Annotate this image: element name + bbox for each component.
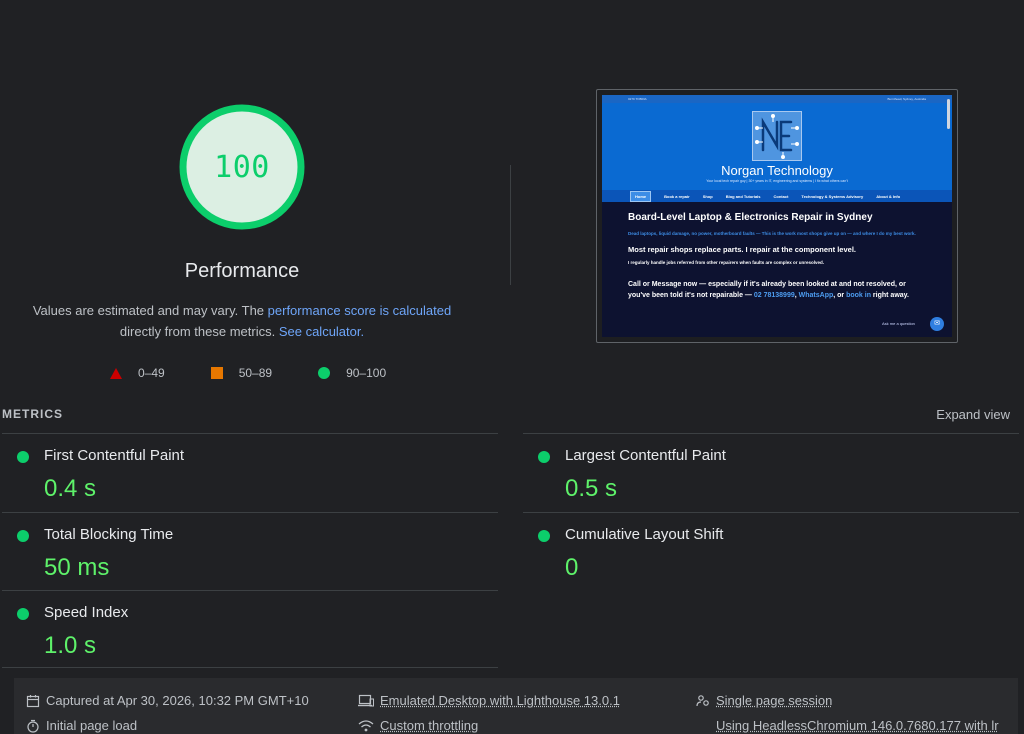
runtime-settings: Captured at Apr 30, 2026, 10:32 PM GMT+1… bbox=[14, 678, 1018, 734]
metric-name: Cumulative Layout Shift bbox=[565, 526, 724, 543]
triangle-icon bbox=[110, 367, 122, 379]
performance-score: 100 bbox=[214, 149, 270, 185]
desktop-icon bbox=[358, 694, 374, 706]
metric-speed-index: Speed Index 1.0 s bbox=[2, 590, 498, 668]
metric-value: 0 bbox=[565, 554, 579, 581]
description-text-2: directly from these metrics. bbox=[119, 324, 279, 339]
description-text-1: Values are estimated and may vary. The bbox=[32, 303, 268, 318]
cta-phone: 02 78138999 bbox=[753, 292, 795, 299]
captured-at: Captured at Apr 30, 2026, 10:32 PM GMT+1… bbox=[26, 693, 309, 708]
expand-view-button[interactable]: Expand view bbox=[936, 407, 1010, 422]
calendar-icon bbox=[26, 694, 40, 707]
site-nav-item: About & Info bbox=[876, 193, 901, 199]
cta-text: right away. bbox=[870, 292, 909, 299]
cta-text: , or bbox=[833, 292, 847, 299]
metrics-heading: METRICS bbox=[2, 407, 63, 421]
metric-name: Total Blocking Time bbox=[44, 526, 174, 543]
circle-icon bbox=[318, 367, 331, 379]
site-scrollbar bbox=[947, 99, 950, 129]
legend-pass: 90–100 bbox=[318, 366, 386, 380]
site-cta: Call or Message now — especially if it's… bbox=[628, 279, 926, 301]
square-icon bbox=[210, 367, 223, 379]
metric-value: 50 ms bbox=[44, 554, 110, 581]
cta-whatsapp: WhatsApp bbox=[798, 292, 834, 299]
screenshot-page: 0279 TOBRIA Burnthead, Sydney, Australia bbox=[602, 95, 952, 337]
stopwatch-icon bbox=[27, 719, 39, 733]
page-load: Initial page load bbox=[26, 718, 137, 733]
metric-name: Speed Index bbox=[44, 604, 129, 621]
final-screenshot[interactable]: 0279 TOBRIA Burnthead, Sydney, Australia bbox=[596, 89, 958, 343]
site-blue-text: Dead laptops, liquid damage, no power, m… bbox=[628, 231, 916, 236]
metric-value: 0.5 s bbox=[565, 475, 618, 502]
site-nav-item: Blog and Tutorials bbox=[725, 193, 761, 199]
legend-average: 50–89 bbox=[210, 366, 273, 380]
metric-total-blocking-time: Total Blocking Time 50 ms bbox=[2, 512, 498, 590]
captured-at-text: Captured at Apr 30, 2026, 10:32 PM GMT+1… bbox=[46, 693, 309, 708]
performance-score-link[interactable]: performance score is calculated bbox=[268, 303, 452, 318]
site-nav-item: Book a repair bbox=[664, 193, 690, 199]
site-nav-item: Contact bbox=[773, 193, 789, 199]
page-load-text: Initial page load bbox=[46, 718, 138, 733]
cta-book: book in bbox=[846, 292, 871, 299]
pass-circle-icon bbox=[17, 530, 29, 542]
site-nav-item: Home bbox=[630, 190, 652, 202]
session-type[interactable]: Single page session bbox=[696, 693, 832, 708]
session-type-text: Single page session bbox=[716, 693, 833, 708]
legend-fail-label: 0–49 bbox=[138, 366, 165, 380]
metric-value: 1.0 s bbox=[44, 632, 97, 659]
site-body: Board-Level Laptop & Electronics Repair … bbox=[602, 202, 952, 301]
throttling[interactable]: Custom throttling bbox=[358, 718, 478, 733]
metric-first-contentful-paint: First Contentful Paint 0.4 s bbox=[2, 433, 498, 511]
site-nav-item: Technology & Systems Advisory bbox=[801, 193, 864, 199]
pass-circle-icon bbox=[538, 451, 550, 463]
site-nav-item: Shop bbox=[702, 193, 713, 199]
metric-name: Largest Contentful Paint bbox=[565, 447, 726, 464]
vertical-divider bbox=[510, 165, 511, 285]
pass-circle-icon bbox=[17, 608, 29, 620]
legend-pass-label: 90–100 bbox=[346, 366, 387, 380]
browser-info: Using HeadlessChromium 146.0.7680.177 wi… bbox=[716, 718, 1016, 733]
emulated-device-text: Emulated Desktop with Lighthouse 13.0.1 bbox=[380, 693, 620, 708]
site-nav: Home Book a repair Shop Blog and Tutoria… bbox=[602, 190, 952, 202]
legend-fail: 0–49 bbox=[110, 366, 165, 380]
site-ask: Ask me a question bbox=[882, 321, 915, 326]
metric-name: First Contentful Paint bbox=[44, 447, 185, 464]
legend-average-label: 50–89 bbox=[238, 366, 273, 380]
gauge-title: Performance bbox=[184, 260, 300, 282]
emulated-device[interactable]: Emulated Desktop with Lighthouse 13.0.1 bbox=[358, 693, 620, 708]
site-name: Norgan Technology bbox=[721, 163, 833, 178]
site-subheading: Most repair shops replace parts. I repai… bbox=[628, 245, 856, 254]
people-icon bbox=[696, 694, 709, 706]
chat-icon: ✉ bbox=[930, 317, 944, 331]
throttling-text: Custom throttling bbox=[380, 718, 479, 733]
pass-circle-icon bbox=[17, 451, 29, 463]
performance-gauge[interactable]: 100 bbox=[178, 103, 306, 231]
score-description: Values are estimated and may vary. The p… bbox=[22, 300, 462, 342]
see-calculator-link[interactable]: See calculator. bbox=[279, 324, 364, 339]
pass-circle-icon bbox=[538, 530, 550, 542]
lighthouse-report: 100 Performance Values are estimated and… bbox=[0, 0, 1024, 734]
site-hero: Norgan Technology Your local tech repair… bbox=[602, 103, 952, 190]
metric-cumulative-layout-shift: Cumulative Layout Shift 0 bbox=[523, 512, 1019, 590]
browser-info-text: Using HeadlessChromium 146.0.7680.177 wi… bbox=[716, 718, 999, 733]
site-topbar: 0279 TOBRIA Burnthead, Sydney, Australia bbox=[602, 95, 952, 103]
wifi-icon bbox=[358, 719, 374, 731]
metric-value: 0.4 s bbox=[44, 475, 97, 502]
site-tagline: Your local tech repair guy | 30+ years i… bbox=[706, 179, 848, 183]
metric-largest-contentful-paint: Largest Contentful Paint 0.5 s bbox=[523, 433, 1019, 511]
site-heading: Board-Level Laptop & Electronics Repair … bbox=[628, 212, 873, 223]
site-logo bbox=[752, 111, 802, 161]
site-small-text: I regularly handle jobs referred from ot… bbox=[628, 260, 825, 265]
score-legend: 0–49 50–89 90–100 bbox=[110, 366, 386, 380]
